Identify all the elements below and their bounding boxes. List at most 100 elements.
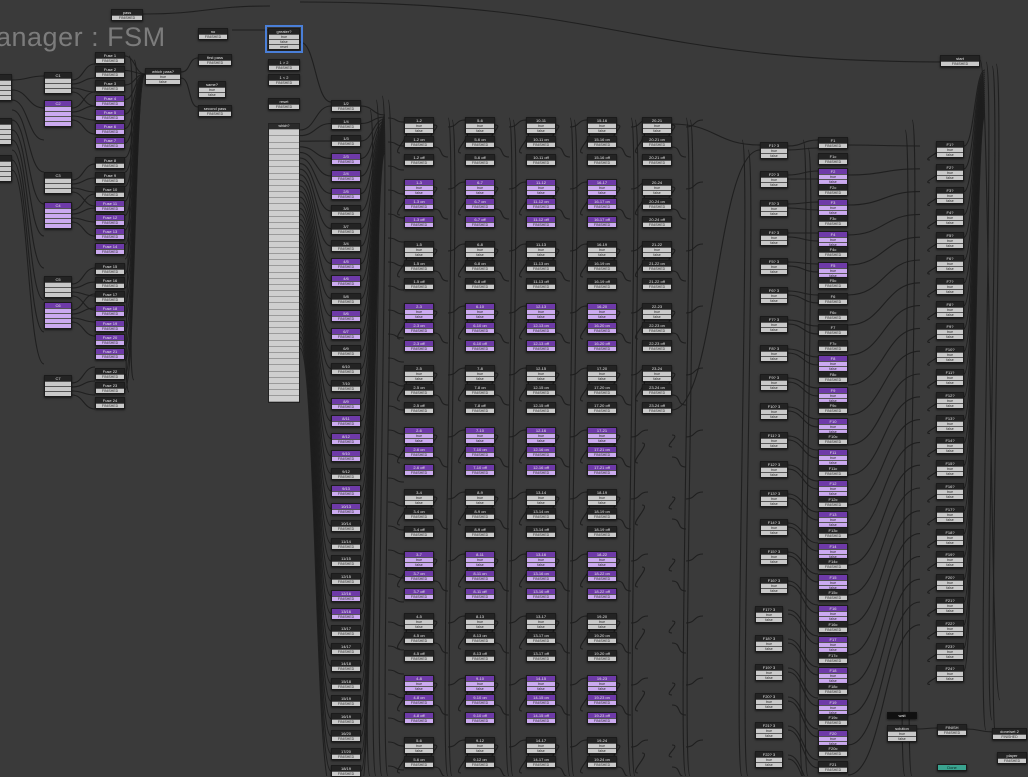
transition-event-false[interactable]: false bbox=[761, 327, 787, 332]
state-node-18-22[interactable]: 18-22truefalse bbox=[587, 551, 617, 568]
state-node-f7[interactable]: F7?truefalse bbox=[936, 278, 964, 295]
state-node-f11c[interactable]: F11cFINISHED bbox=[818, 465, 848, 477]
transition-event-finished[interactable]: FINISHED bbox=[332, 176, 360, 181]
state-node-f10[interactable]: F10truefalse bbox=[818, 418, 848, 435]
transition-event-finished[interactable]: FINISHED bbox=[588, 284, 616, 289]
transition-event-finished[interactable]: FINISHED bbox=[643, 408, 671, 413]
state-node-fuse-13[interactable]: Fuse 13FINISHED bbox=[95, 228, 125, 240]
state-node-f10[interactable]: F10?truefalse bbox=[936, 346, 964, 363]
transition-event-finished[interactable]: FINISHED bbox=[332, 281, 360, 286]
state-node-10-11-off[interactable]: 10-11 offFINISHED bbox=[526, 154, 556, 166]
transition-event-false[interactable]: false bbox=[405, 314, 433, 319]
state-node-10-11[interactable]: 10-11truefalse bbox=[526, 117, 556, 134]
transition-event-finished[interactable]: FINISHED bbox=[527, 284, 555, 289]
transition-event-finished[interactable]: FINISHED bbox=[466, 390, 494, 395]
state-node-12-13[interactable]: 12-13truefalse bbox=[526, 303, 556, 320]
transition-event-finished[interactable]: FINISHED bbox=[96, 115, 124, 120]
transition-event-false[interactable]: false bbox=[405, 438, 433, 443]
transition-event-finished[interactable]: FINISHED bbox=[96, 192, 124, 197]
transition-event-finished[interactable]: FINISHED bbox=[96, 234, 124, 239]
transition-event-false[interactable]: false bbox=[937, 334, 963, 339]
transition-event-false[interactable]: false bbox=[937, 266, 963, 271]
state-node-fuse-24[interactable]: Fuse 24FINISHED bbox=[95, 397, 125, 409]
state-node-20-21[interactable]: 20-21truefalse bbox=[642, 117, 672, 134]
transition-event-finished[interactable]: FINISHED bbox=[332, 421, 360, 426]
state-node-6-10-off[interactable]: 6-10 offFINISHED bbox=[465, 340, 495, 352]
transition-event-false[interactable]: false bbox=[466, 376, 494, 381]
transition-event-[interactable] bbox=[45, 188, 71, 193]
state-node-12-16-on[interactable]: 12-16 onFINISHED bbox=[526, 446, 556, 458]
transition-event-finished[interactable]: FINISHED bbox=[819, 283, 847, 288]
transition-event-finished[interactable]: FINISHED bbox=[588, 594, 616, 599]
state-node-14-17[interactable]: 14/17FINISHED bbox=[331, 643, 361, 655]
transition-event-finished[interactable]: FINISHED bbox=[643, 222, 671, 227]
state-node-13-17-off[interactable]: 13-17 offFINISHED bbox=[526, 650, 556, 662]
transition-event-finished[interactable]: FINISHED bbox=[527, 594, 555, 599]
state-node-f8-3[interactable]: F8? 3truefalse bbox=[760, 345, 788, 362]
state-node-4-8-off[interactable]: 4-8 offFINISHED bbox=[404, 712, 434, 724]
transition-event-false[interactable]: false bbox=[756, 617, 782, 622]
transition-event-false[interactable]: false bbox=[199, 92, 225, 97]
state-node-6-10-on[interactable]: 6-10 onFINISHED bbox=[465, 322, 495, 334]
state-node-11-13[interactable]: 11-13truefalse bbox=[526, 241, 556, 258]
state-node-f1[interactable]: F1?truefalse bbox=[936, 141, 964, 158]
transition-event-finished[interactable]: FINISHED bbox=[466, 452, 494, 457]
transition-event-finished[interactable]: FINISHED bbox=[819, 346, 847, 351]
state-node-14-15-on[interactable]: 14-15 onFINISHED bbox=[526, 694, 556, 706]
transition-event-finished[interactable]: FINISHED bbox=[466, 284, 494, 289]
transition-event-false[interactable]: false bbox=[937, 289, 963, 294]
transition-event-[interactable] bbox=[45, 88, 71, 93]
state-node-f17-3[interactable]: F17? 3truefalse bbox=[755, 606, 783, 623]
transition-event-finished[interactable]: FINISHED bbox=[96, 129, 124, 134]
state-node-f3c[interactable]: F3cFINISHED bbox=[818, 215, 848, 227]
transition-event-false[interactable]: false bbox=[527, 376, 555, 381]
transition-event-finished[interactable]: FINISHED bbox=[96, 374, 124, 379]
transition-event-finished[interactable]: FINISHED bbox=[588, 514, 616, 519]
state-node-15-16-on[interactable]: 15-16 onFINISHED bbox=[587, 136, 617, 148]
transition-event-finished[interactable]: FINISHED bbox=[405, 514, 433, 519]
transition-event-[interactable] bbox=[45, 292, 71, 297]
transition-event-false[interactable]: false bbox=[937, 562, 963, 567]
transition-event-finished[interactable]: FINISHED bbox=[527, 656, 555, 661]
transition-event-false[interactable]: false bbox=[937, 380, 963, 385]
state-node-16-20[interactable]: 16-20truefalse bbox=[587, 303, 617, 320]
transition-event-finished[interactable]: FINISHED bbox=[819, 502, 847, 507]
transition-event-false[interactable]: false bbox=[756, 762, 782, 767]
state-node-fuse-12[interactable]: Fuse 12FINISHED bbox=[95, 214, 125, 226]
transition-event-finished[interactable]: FINISHED bbox=[405, 700, 433, 705]
transition-event-finished[interactable]: FINISHED bbox=[643, 346, 671, 351]
transition-event-finished[interactable]: FINISHED bbox=[466, 266, 494, 271]
transition-event-false[interactable]: false bbox=[527, 748, 555, 753]
transition-event-finished[interactable]: FINISHED bbox=[332, 614, 360, 619]
state-node-4-5[interactable]: 4/5FINISHED bbox=[331, 258, 361, 270]
state-node-f5-3[interactable]: F5? 3truefalse bbox=[760, 258, 788, 275]
state-node-16-19-off[interactable]: 16-19 offFINISHED bbox=[587, 278, 617, 290]
state-node-f17[interactable]: F17truefalse bbox=[818, 636, 848, 653]
transition-event-finished[interactable]: FINISHED bbox=[643, 284, 671, 289]
state-node-19-23[interactable]: 19-23truefalse bbox=[587, 675, 617, 692]
state-node-7-10-off[interactable]: 7-10 offFINISHED bbox=[465, 464, 495, 476]
state-node-2-3[interactable]: 2-3truefalse bbox=[404, 303, 434, 320]
state-node-f4c[interactable]: F4cFINISHED bbox=[818, 246, 848, 258]
transition-event-false[interactable]: false bbox=[527, 562, 555, 567]
transition-event-finished[interactable]: FINISHED bbox=[819, 315, 847, 320]
state-node-6-8-on[interactable]: 6-8 onFINISHED bbox=[465, 260, 495, 272]
state-node-fuse-16[interactable]: Fuse 16FINISHED bbox=[95, 277, 125, 289]
state-node-9-12[interactable]: 9-12truefalse bbox=[465, 737, 495, 754]
state-node-done-set-2[interactable]: done/set 2FINISHED bbox=[992, 728, 1027, 740]
state-node-23-24-on[interactable]: 23-24 onFINISHED bbox=[642, 384, 672, 396]
transition-event-finished[interactable]: FINISHED bbox=[96, 163, 124, 168]
transition-event-finished[interactable]: FINISHED bbox=[405, 346, 433, 351]
state-node-f2[interactable]: F2truefalse bbox=[818, 168, 848, 185]
state-node-17-20[interactable]: 17-20truefalse bbox=[587, 365, 617, 382]
transition-event-finished[interactable]: FINISHED bbox=[527, 160, 555, 165]
transition-event-finished[interactable]: FINISHED bbox=[96, 58, 124, 63]
transition-event-false[interactable]: false bbox=[466, 128, 494, 133]
state-node-3-4-off[interactable]: 3-4 offFINISHED bbox=[404, 526, 434, 538]
transition-event-finished[interactable]: FINISHED bbox=[96, 220, 124, 225]
transition-event-finished[interactable]: FINISHED bbox=[819, 377, 847, 382]
transition-event-finished[interactable]: FINISHED bbox=[96, 403, 124, 408]
transition-event-finished[interactable]: FINISHED bbox=[405, 160, 433, 165]
transition-event-false[interactable]: false bbox=[643, 128, 671, 133]
state-node-12-16[interactable]: 12-16truefalse bbox=[526, 427, 556, 444]
